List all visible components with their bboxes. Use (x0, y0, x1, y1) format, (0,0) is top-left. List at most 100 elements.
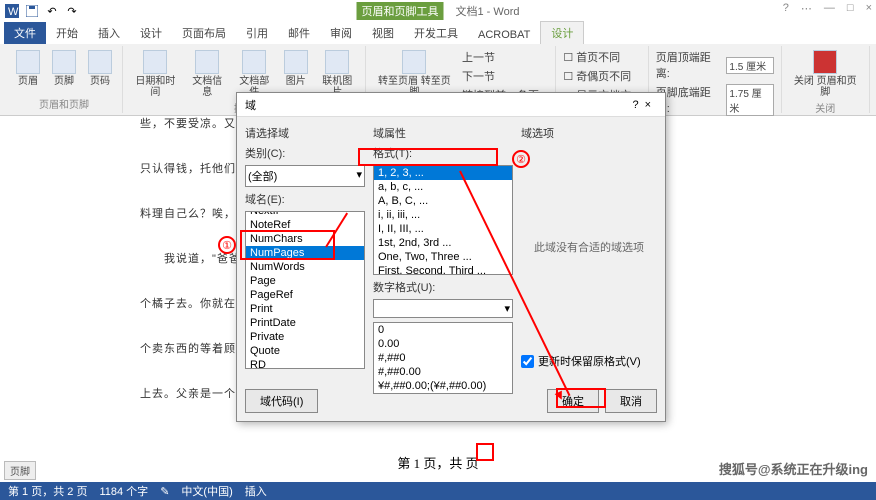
field-codes-button[interactable]: 域代码(I) (245, 389, 318, 413)
tab-mail[interactable]: 邮件 (278, 22, 320, 44)
goto-icon (402, 50, 426, 74)
status-proof-icon[interactable]: ✎ (160, 485, 169, 498)
tab-home[interactable]: 开始 (46, 22, 88, 44)
header-button[interactable]: 页眉 (12, 48, 44, 96)
field-dialog: 域 ? × 请选择域 类别(C): (全部)▾ 域名(E): MergeFiel… (236, 92, 666, 422)
prop-label: 域属性 (373, 125, 513, 141)
svg-text:W: W (8, 6, 19, 18)
undo-icon[interactable]: ↶ (44, 3, 60, 19)
tab-layout[interactable]: 页面布局 (172, 22, 236, 44)
list-item[interactable]: 0.00 (374, 337, 512, 351)
docinfo-button[interactable]: 文档信息 (186, 48, 229, 100)
help-icon[interactable]: ? (783, 2, 789, 15)
doc-title: 文档1 - Word (456, 3, 520, 19)
dialog-close-icon[interactable]: × (639, 97, 657, 113)
field-list[interactable]: MergeFieldMergeRecMergeSeqNextNextIfNote… (245, 211, 365, 369)
list-item[interactable]: One, Two, Three ... (374, 250, 512, 264)
quickparts-icon (242, 50, 266, 74)
context-tool-label: 页眉和页脚工具 (357, 2, 444, 20)
list-item[interactable]: NumWords (246, 260, 364, 274)
tab-acrobat[interactable]: ACROBAT (468, 26, 540, 44)
annotation-1: ① (218, 236, 236, 254)
ribbon-opts-icon[interactable]: ⋯ (801, 2, 812, 15)
pagenum-button[interactable]: 页码 (84, 48, 116, 96)
tab-insert[interactable]: 插入 (88, 22, 130, 44)
opt-label: 域选项 (521, 125, 657, 141)
next-section[interactable]: 下一节 (461, 67, 549, 85)
list-item[interactable]: NoteRef (246, 218, 364, 232)
list-item[interactable]: NumPages (246, 246, 364, 260)
list-item[interactable]: PrintDate (246, 316, 364, 330)
list-item[interactable]: NumChars (246, 232, 364, 246)
close-hf-icon (813, 50, 837, 74)
datetime-button[interactable]: 日期和时间 (129, 48, 182, 100)
numformat-combo[interactable]: ▾ (373, 299, 513, 318)
list-item[interactable]: i, ii, iii, ... (374, 208, 512, 222)
list-item[interactable]: a, b, c, ... (374, 180, 512, 194)
list-item[interactable]: PageRef (246, 288, 364, 302)
footer-bot-dist[interactable]: 页脚底端距离:1.75 厘米 (655, 83, 775, 117)
list-item[interactable]: First, Second, Third ... (374, 264, 512, 275)
list-item[interactable]: 1, 2, 3, ... (374, 166, 512, 180)
footer-icon (52, 50, 76, 74)
tab-developer[interactable]: 开发工具 (404, 22, 468, 44)
close-hf-button[interactable]: 关闭 页眉和页脚 (788, 48, 863, 100)
ok-button[interactable]: 确定 (547, 389, 599, 413)
save-icon[interactable] (24, 3, 40, 19)
category-label: 类别(C): (245, 145, 365, 161)
list-item[interactable]: 0 (374, 323, 512, 337)
annotation-2: ② (512, 150, 530, 168)
preserve-format-check[interactable]: 更新时保留原格式(V) (521, 353, 657, 369)
word-icon: W (4, 3, 20, 19)
list-item[interactable]: Print (246, 302, 364, 316)
diff-first-check[interactable]: ☐ 首页不同 (562, 48, 641, 66)
select-field-label: 请选择域 (245, 125, 365, 141)
docinfo-icon (195, 50, 219, 74)
numformat-label: 数字格式(U): (373, 279, 513, 295)
status-page[interactable]: 第 1 页，共 2 页 (8, 483, 87, 499)
ribbon-group-hf: 页眉 页脚 页码 页眉和页脚 (6, 46, 123, 113)
datetime-icon (143, 50, 167, 74)
status-mode[interactable]: 插入 (245, 483, 267, 499)
list-item[interactable]: Private (246, 330, 364, 344)
page-number-footer: 第 1 页，共 页 (397, 453, 478, 472)
tab-references[interactable]: 引用 (236, 22, 278, 44)
header-top-dist[interactable]: 页眉顶端距离:1.5 厘米 (655, 48, 775, 82)
ribbon-group-close: 关闭 页眉和页脚 关闭 (782, 46, 870, 113)
diff-odd-check[interactable]: ☐ 奇偶页不同 (562, 67, 641, 85)
tab-view[interactable]: 视图 (362, 22, 404, 44)
footer-button[interactable]: 页脚 (48, 48, 80, 96)
list-item[interactable]: RD (246, 358, 364, 369)
format-label: 格式(T): (373, 145, 513, 161)
close-icon[interactable]: × (866, 2, 872, 15)
list-item[interactable]: Page (246, 274, 364, 288)
status-lang[interactable]: 中文(中国) (181, 483, 232, 499)
list-item[interactable]: #,##0.00 (374, 365, 512, 379)
status-bar: 第 1 页，共 2 页 1184 个字 ✎ 中文(中国) 插入 (0, 482, 876, 500)
list-item[interactable]: A, B, C, ... (374, 194, 512, 208)
tab-file[interactable]: 文件 (4, 22, 46, 44)
no-options-text: 此域没有合适的域选项 (521, 145, 657, 349)
list-item[interactable]: #,##0 (374, 351, 512, 365)
minimize-icon[interactable]: — (824, 2, 835, 15)
tab-review[interactable]: 审阅 (320, 22, 362, 44)
tab-design[interactable]: 设计 (130, 22, 172, 44)
category-combo[interactable]: (全部)▾ (245, 165, 365, 187)
title-bar: W ↶ ↷ 页眉和页脚工具 文档1 - Word ? ⋯ — □ × (0, 0, 876, 22)
ribbon-group-position: 页眉顶端距离:1.5 厘米 页脚底端距离:1.75 厘米 插入"对齐方式"选项卡… (649, 46, 782, 113)
cancel-button[interactable]: 取消 (605, 389, 657, 413)
header-icon (16, 50, 40, 74)
format-list[interactable]: 1, 2, 3, ...a, b, c, ...A, B, C, ...i, i… (373, 165, 513, 275)
chevron-down-icon: ▾ (504, 302, 510, 315)
redo-icon[interactable]: ↷ (64, 3, 80, 19)
onlinepic-icon (325, 50, 349, 74)
status-words[interactable]: 1184 个字 (99, 483, 148, 499)
ribbon-tabs: 文件 开始 插入 设计 页面布局 引用 邮件 审阅 视图 开发工具 ACROBA… (0, 22, 876, 44)
picture-icon (284, 50, 308, 74)
maximize-icon[interactable]: □ (847, 2, 854, 15)
tab-hf-design[interactable]: 设计 (540, 21, 584, 44)
chevron-down-icon: ▾ (356, 168, 362, 184)
numformat-list[interactable]: 00.00#,##0#,##0.00¥#,##0.00;(¥#,##0.00)0… (373, 322, 513, 394)
list-item[interactable]: Quote (246, 344, 364, 358)
prev-section[interactable]: 上一节 (461, 48, 549, 66)
